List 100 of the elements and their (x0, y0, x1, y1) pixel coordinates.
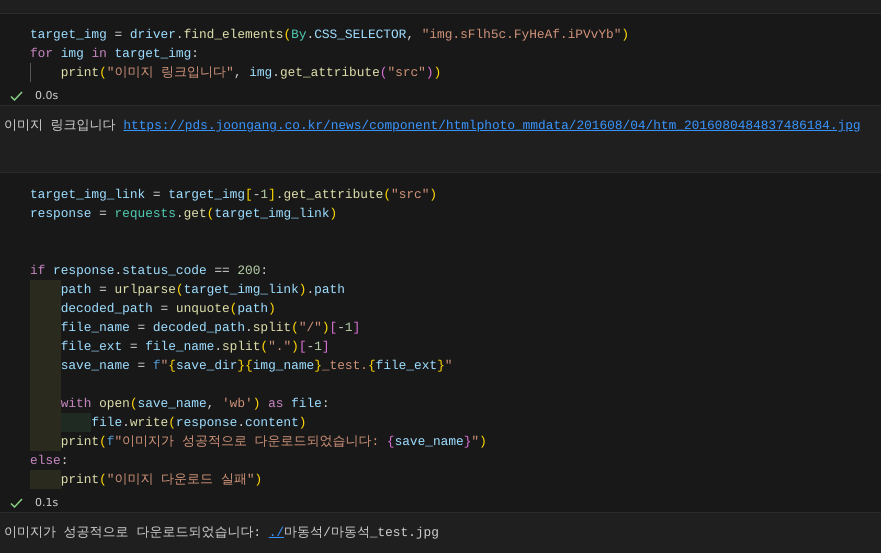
code-token: , (234, 64, 243, 82)
code-token: file (91, 414, 122, 432)
code-token: 1 (260, 186, 268, 204)
code-token: status_code (122, 262, 207, 280)
code-token: ) (298, 414, 306, 432)
code-token: target_img_link (30, 186, 146, 204)
code-token: img (60, 45, 85, 63)
code-token: ( (380, 64, 388, 82)
code-token: { (368, 357, 376, 375)
code-token: } (314, 357, 322, 375)
code-token: path (314, 281, 345, 299)
code-token: ( (99, 64, 107, 82)
code-token: "." (268, 338, 292, 356)
output-link[interactable]: https://pds.joongang.co.kr/news/component/htmlphoto_mmdata/201608/04/htm_2016080484837486184.jpg (123, 118, 861, 133)
code-token: ( (230, 300, 238, 318)
code-token: . (237, 414, 246, 432)
code-token: . (176, 26, 184, 44)
code-token: ( (383, 186, 392, 204)
code-token: ( (260, 338, 268, 356)
code-token: } (237, 357, 246, 375)
code-token: [ (245, 186, 253, 204)
code-token: requests (114, 205, 176, 223)
code-token: 'wb' (222, 395, 253, 413)
code-token: in (91, 45, 108, 63)
code-token: file_name (60, 319, 130, 337)
code-token: . (214, 338, 222, 356)
code-token: ) (330, 205, 338, 223)
code-token: decoded_path (60, 300, 153, 318)
code-token: = (136, 357, 146, 375)
code-cell[interactable]: target_img = driver.find_elements(By.CSS_SELECTOR, "img.sFlh5c.FyHeAf.iPVvYb") for img in target_img: print("이미지 링크입니다", img.get_attribute("src")) (0, 14, 881, 86)
code-token: split (222, 338, 260, 356)
code-token: ) (429, 186, 438, 204)
code-token: find_elements (184, 26, 284, 44)
code-token: response (176, 414, 238, 432)
code-token: f (106, 433, 114, 451)
code-token: driver (130, 26, 176, 44)
code-token: open (99, 395, 130, 413)
code-token: print (60, 471, 100, 489)
code-token: get_attribute (280, 64, 380, 82)
code-token: print (60, 433, 100, 451)
code-token: ] (322, 338, 330, 356)
code-token: - (252, 186, 260, 204)
code-token: _test. (322, 357, 368, 375)
code-token: 200 (237, 262, 260, 280)
code-token: "이미지가 성공적으로 다운로드되었습니다: (114, 433, 380, 451)
output-link[interactable]: ./ (268, 525, 284, 540)
code-token: ) (621, 26, 630, 44)
code-token: ( (99, 433, 107, 451)
code-token: { (168, 357, 176, 375)
code-token: ( (291, 319, 299, 337)
code-token: save_dir (176, 357, 238, 375)
code-token: with (60, 395, 92, 413)
code-token: [ (330, 319, 338, 337)
code-token: content (245, 414, 299, 432)
code-token: decoded_path (152, 319, 246, 337)
code-token: ) (322, 319, 330, 337)
code-token: response (53, 262, 114, 280)
code-token: ) (252, 395, 260, 413)
code-token: : (322, 395, 330, 413)
code-token: - (306, 338, 314, 356)
code-token: ( (283, 26, 292, 44)
code-token: get (184, 205, 207, 223)
code-token: = (160, 300, 170, 318)
code-token: "src" (387, 64, 426, 82)
code-token: save_name (138, 395, 207, 413)
code-token: as (267, 395, 284, 413)
code-token: = (152, 186, 162, 204)
code-token: img (249, 64, 272, 82)
code-token: for (30, 45, 54, 63)
code-token: " (471, 433, 480, 451)
code-token: target_img (30, 26, 107, 44)
code-token: . (245, 319, 253, 337)
code-token: , (206, 395, 216, 413)
code-token: . (306, 281, 314, 299)
code-token: CSS_SELECTOR (314, 26, 406, 44)
code-token: target_img_link (184, 281, 299, 299)
code-token: = (98, 205, 108, 223)
code-token: save_name (394, 433, 464, 451)
code-token: , (406, 26, 416, 44)
code-token: ( (130, 395, 138, 413)
code-token: target_img (168, 186, 246, 204)
code-token: ( (168, 414, 176, 432)
code-token: path (60, 281, 92, 299)
code-token: " (160, 357, 168, 375)
code-token: file_ext (60, 338, 122, 356)
code-token: ) (291, 338, 299, 356)
code-token: else (30, 452, 61, 470)
execution-time: 0.1s (35, 496, 58, 509)
code-token: target_img (114, 45, 192, 63)
code-token: ) (426, 64, 434, 82)
code-token: ) (298, 281, 306, 299)
code-token: print (60, 64, 100, 82)
output-text: 마동석/마동석_test.jpg (284, 525, 439, 540)
code-token: } (464, 433, 472, 451)
code-token: " (444, 357, 452, 375)
code-token: 1 (344, 319, 353, 337)
code-token: ) (479, 433, 487, 451)
code-token: ) (268, 300, 276, 318)
code-token: : (191, 45, 199, 63)
code-token: file (291, 395, 322, 413)
